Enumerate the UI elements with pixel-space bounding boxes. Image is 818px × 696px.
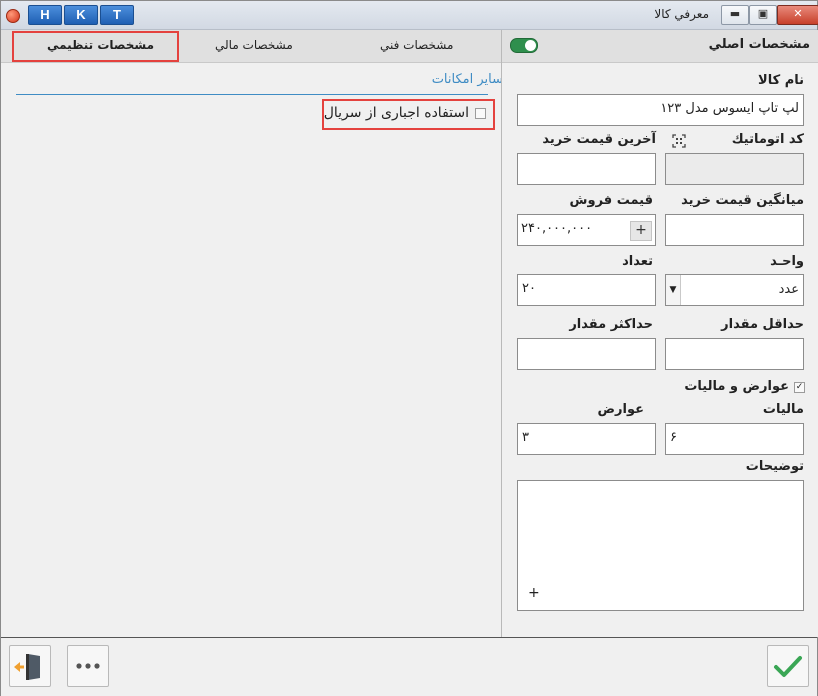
h-button[interactable]: H (28, 5, 62, 25)
name-label: نام كالا (758, 73, 804, 88)
close-button[interactable]: ✕ (777, 5, 818, 25)
min-qty-label: حداقل مقدار (721, 317, 804, 332)
title-bar: H K T معرفي كالا ▬ ▣ ✕ (1, 1, 818, 30)
name-input[interactable]: لپ تاپ ايسوس مدل ۱۲۳ (517, 94, 804, 126)
quantity-input[interactable]: ۲۰ (517, 274, 656, 306)
barcode-scan-icon[interactable] (672, 134, 686, 148)
tax-label: ماليات (762, 402, 804, 417)
chevron-down-icon[interactable]: ▼ (666, 275, 681, 305)
duty-label: عوارض (597, 402, 644, 417)
notes-plus-button[interactable]: + (528, 585, 540, 601)
panel-header: مشخصات اصلي (502, 30, 818, 63)
taxes-check-label: عوارض و ماليات (684, 379, 789, 394)
unit-label: واحـد (770, 254, 804, 269)
more-options-button[interactable] (67, 645, 109, 687)
taxes-checkbox[interactable]: ✓ (794, 382, 805, 393)
serial-highlight (322, 99, 495, 130)
max-qty-label: حداكثر مقدار (569, 317, 653, 332)
k-button[interactable]: K (64, 5, 98, 25)
sale-price-plus-button[interactable]: + (630, 221, 652, 241)
unit-value: عدد (778, 282, 799, 297)
exit-icon (14, 654, 40, 680)
more-dots-icon (76, 663, 100, 669)
app-icon (6, 9, 20, 23)
notes-label: توضيحات (745, 459, 804, 474)
checkmark-icon (774, 656, 802, 677)
confirm-button[interactable] (767, 645, 809, 687)
bottom-toolbar (1, 637, 817, 696)
tab-highlight (12, 31, 179, 62)
min-qty-input[interactable] (665, 338, 804, 370)
t-button[interactable]: T (100, 5, 134, 25)
exit-button[interactable] (9, 645, 51, 687)
restore-button[interactable]: ▣ (749, 5, 777, 25)
auto-code-input[interactable] (665, 153, 804, 185)
main-specs-panel: مشخصات اصلي نام كالا لپ تاپ ايسوس مدل ۱۲… (501, 30, 818, 637)
last-purchase-label: آخرين قيمت خريد (542, 132, 656, 147)
sale-price-label: قيمت فروش (569, 193, 653, 208)
duty-input[interactable]: ۳ (517, 423, 656, 455)
avg-purchase-label: ميانگين قيمت خريد (681, 193, 804, 208)
notes-textarea[interactable] (517, 480, 804, 611)
auto-code-label: كد اتوماتيك (731, 132, 804, 147)
tax-input[interactable]: ۶ (665, 423, 804, 455)
section-divider (16, 94, 488, 95)
tab-technical[interactable]: مشخصات فني (380, 38, 453, 52)
max-qty-input[interactable] (517, 338, 656, 370)
window-title: معرفي كالا (654, 7, 709, 21)
quantity-label: تعداد (622, 254, 653, 269)
main-specs-toggle[interactable] (510, 38, 538, 53)
avg-purchase-input[interactable] (665, 214, 804, 246)
section-title: ساير امكانات (431, 72, 503, 87)
minimize-button[interactable]: ▬ (721, 5, 749, 25)
unit-select[interactable]: ▼ عدد (665, 274, 804, 306)
product-window: H K T معرفي كالا ▬ ▣ ✕ مشخصات فني مشخصات… (0, 0, 818, 696)
panel-title: مشخصات اصلي (708, 37, 810, 52)
last-purchase-input[interactable] (517, 153, 656, 185)
tab-financial[interactable]: مشخصات مالي (215, 38, 293, 52)
